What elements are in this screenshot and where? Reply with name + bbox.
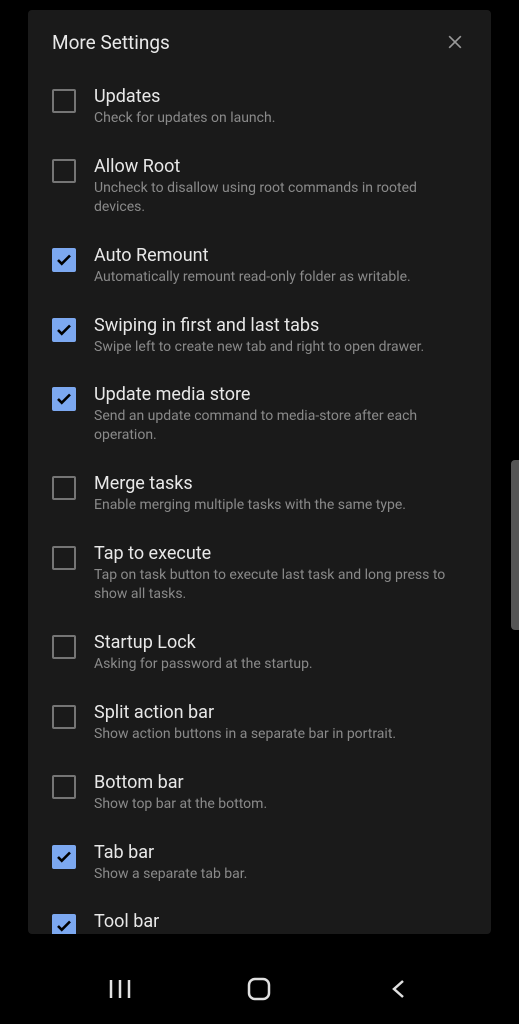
setting-text: Merge tasks Enable merging multiple tasks… — [94, 473, 467, 515]
setting-item[interactable]: Updates Check for updates on launch. — [52, 72, 467, 142]
setting-item[interactable]: Tab bar Show a separate tab bar. — [52, 828, 467, 898]
setting-title: Swiping in first and last tabs — [94, 315, 467, 336]
setting-item[interactable]: Startup Lock Asking for password at the s… — [52, 618, 467, 688]
setting-text: Swiping in first and last tabs Swipe left… — [94, 315, 467, 357]
setting-item[interactable]: Auto Remount Automatically remount read-o… — [52, 231, 467, 301]
checkbox[interactable] — [52, 705, 76, 729]
modal-title: More Settings — [52, 31, 170, 54]
setting-description: Show action buttons in a separate bar in… — [94, 725, 467, 744]
close-icon — [445, 32, 465, 52]
checkbox[interactable] — [52, 775, 76, 799]
setting-item[interactable]: Tool barShow a separate tool bar. — [52, 897, 467, 934]
checkbox[interactable] — [52, 387, 76, 411]
checkbox[interactable] — [52, 89, 76, 113]
checkbox[interactable] — [52, 914, 76, 934]
setting-title: Bottom bar — [94, 772, 467, 793]
modal-header: More Settings — [28, 10, 491, 72]
checkbox[interactable] — [52, 159, 76, 183]
scrollbar[interactable] — [511, 460, 519, 630]
setting-item[interactable]: Update media storeSend an update command… — [52, 370, 467, 459]
setting-text: Tool barShow a separate tool bar. — [94, 911, 467, 934]
home-icon — [246, 976, 272, 1002]
nav-recent-button[interactable] — [104, 973, 136, 1005]
setting-item[interactable]: Bottom bar Show top bar at the bottom. — [52, 758, 467, 828]
setting-title: Update media store — [94, 384, 467, 405]
setting-title: Tab bar — [94, 842, 467, 863]
settings-modal: More Settings Updates Check for updates o… — [28, 10, 491, 934]
checkbox[interactable] — [52, 635, 76, 659]
recent-icon — [107, 978, 133, 1000]
setting-description: Uncheck to disallow using root commands … — [94, 179, 467, 217]
setting-description: Automatically remount read-only folder a… — [94, 268, 467, 287]
check-icon — [55, 917, 73, 934]
check-icon — [55, 390, 73, 408]
checkbox[interactable] — [52, 318, 76, 342]
close-button[interactable] — [443, 30, 467, 54]
setting-text: Allow RootUncheck to disallow using root… — [94, 156, 467, 217]
checkbox[interactable] — [52, 248, 76, 272]
back-icon — [388, 978, 410, 1000]
setting-description: Swipe left to create new tab and right t… — [94, 338, 467, 357]
setting-title: Merge tasks — [94, 473, 467, 494]
setting-text: Update media storeSend an update command… — [94, 384, 467, 445]
setting-text: Updates Check for updates on launch. — [94, 86, 467, 128]
check-icon — [55, 848, 73, 866]
setting-title: Auto Remount — [94, 245, 467, 266]
setting-item[interactable]: Tap to executeTap on task button to exec… — [52, 529, 467, 618]
check-icon — [55, 321, 73, 339]
settings-list[interactable]: Updates Check for updates on launch. Allow… — [28, 72, 491, 934]
setting-title: Allow Root — [94, 156, 467, 177]
setting-title: Split action bar — [94, 702, 467, 723]
setting-title: Startup Lock — [94, 632, 467, 653]
setting-item[interactable]: Allow RootUncheck to disallow using root… — [52, 142, 467, 231]
setting-description: Tap on task button to execute last task … — [94, 566, 467, 604]
setting-text: Auto Remount Automatically remount read-o… — [94, 245, 467, 287]
setting-title: Tool bar — [94, 911, 467, 932]
nav-home-button[interactable] — [243, 973, 275, 1005]
setting-description: Show a separate tab bar. — [94, 865, 467, 884]
setting-description: Enable merging multiple tasks with the s… — [94, 496, 467, 515]
setting-description: Check for updates on launch. — [94, 109, 467, 128]
checkbox[interactable] — [52, 845, 76, 869]
checkbox[interactable] — [52, 546, 76, 570]
setting-description: Asking for password at the startup. — [94, 655, 467, 674]
setting-text: Tap to executeTap on task button to exec… — [94, 543, 467, 604]
setting-item[interactable]: Merge tasks Enable merging multiple tasks… — [52, 459, 467, 529]
setting-title: Tap to execute — [94, 543, 467, 564]
setting-description: Send an update command to media-store af… — [94, 407, 467, 445]
setting-text: Tab bar Show a separate tab bar. — [94, 842, 467, 884]
checkbox[interactable] — [52, 476, 76, 500]
setting-text: Startup Lock Asking for password at the s… — [94, 632, 467, 674]
setting-item[interactable]: Split action bar Show action buttons in a… — [52, 688, 467, 758]
setting-title: Updates — [94, 86, 467, 107]
nav-bar — [0, 954, 519, 1024]
setting-item[interactable]: Swiping in first and last tabs Swipe left… — [52, 301, 467, 371]
check-icon — [55, 251, 73, 269]
setting-description: Show top bar at the bottom. — [94, 795, 467, 814]
nav-back-button[interactable] — [383, 973, 415, 1005]
setting-text: Bottom bar Show top bar at the bottom. — [94, 772, 467, 814]
setting-text: Split action bar Show action buttons in a… — [94, 702, 467, 744]
